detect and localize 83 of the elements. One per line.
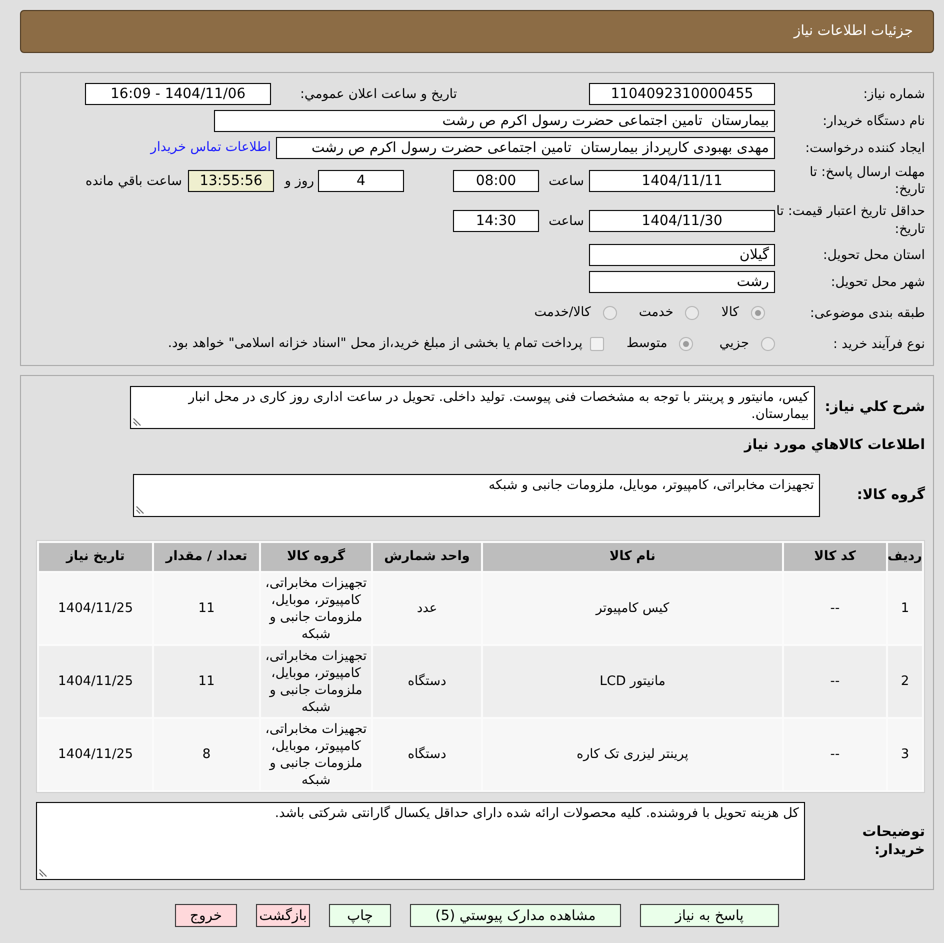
radio-button[interactable] xyxy=(679,337,694,351)
action-button[interactable]: پاسخ به نیاز xyxy=(640,904,779,927)
radio-label: جزيي xyxy=(719,335,749,354)
radio-button[interactable] xyxy=(751,306,765,320)
table-cell: 1 xyxy=(888,573,922,644)
column-header: کد کالا xyxy=(784,543,886,571)
table-cell: -- xyxy=(784,719,886,790)
field-label: روز و xyxy=(283,172,314,190)
buyer-notes-label: توضیحات خریدار: xyxy=(861,823,925,859)
need-number-field[interactable]: 1104092310000455 xyxy=(589,83,775,105)
field-label: ساعت xyxy=(548,172,584,190)
page-title: جزئیات اطلاعات نیاز xyxy=(794,22,913,41)
resize-grip-icon[interactable] xyxy=(136,506,144,514)
city-field[interactable]: رشت xyxy=(589,271,775,293)
days-left-field[interactable]: 4 xyxy=(318,170,404,192)
action-button[interactable]: بازگشت xyxy=(256,904,310,927)
requester-field[interactable]: مهدی بهبودی کارپرداز بیمارستان تامین اجتماعی حضرت رسول اکرم ص رشت xyxy=(276,137,775,159)
table-cell: دستگاه xyxy=(373,719,481,790)
column-header: ردیف xyxy=(888,543,922,571)
table-cell: کیس کامپیوتر xyxy=(483,573,782,644)
goods-group-label: گروه کالا: xyxy=(856,485,925,505)
field-label: مهلت ارسال پاسخ: تا تاریخ: xyxy=(808,164,925,198)
table-cell: پرینتر لیزری تک کاره xyxy=(483,719,782,790)
action-button[interactable]: مشاهده مدارک پیوستي (5) xyxy=(410,904,621,927)
table-cell: 11 xyxy=(154,573,259,644)
table-cell: 11 xyxy=(154,646,259,717)
deadline-time-field[interactable]: 08:00 xyxy=(453,170,539,192)
field-label: استان محل تحویل: xyxy=(822,246,925,264)
table-cell: مانیتور LCD xyxy=(483,646,782,717)
field-label: تاریخ و ساعت اعلان عمومي: xyxy=(299,86,457,102)
column-header: واحد شمارش xyxy=(373,543,481,571)
table-cell: -- xyxy=(784,646,886,717)
time-left-field[interactable]: 13:55:56 xyxy=(188,170,274,192)
radio-label: خدمت xyxy=(638,304,674,322)
radio-button[interactable] xyxy=(602,306,617,320)
field-label: ساعت xyxy=(548,212,584,230)
radio-label: کالا xyxy=(721,304,739,322)
column-header: نام کالا xyxy=(483,543,782,571)
column-header: تاریخ نیاز xyxy=(39,543,152,571)
field-label: ساعت باقي مانده xyxy=(86,172,182,190)
table-cell: -- xyxy=(784,573,886,644)
checkbox-label: پرداخت تمام یا بخشی از مبلغ خرید،از محل "اسناد خزانه اسلامی" خواهد بود. xyxy=(168,335,582,354)
field-label: شهر محل تحویل: xyxy=(830,274,925,290)
column-header: تعداد / مقدار xyxy=(154,543,259,571)
table-cell: تجهیزات مخابراتی، کامپیوتر، موبایل، ملزومات جانبی و شبکه xyxy=(261,646,371,717)
buyer-org-field[interactable]: بیمارستان تامین اجتماعی حضرت رسول اکرم ص رشت xyxy=(214,110,775,132)
section-title: اطلاعات کالاهاي مورد نیاز xyxy=(744,436,925,454)
validity-time-field[interactable]: 14:30 xyxy=(453,210,539,232)
table-cell: 8 xyxy=(154,719,259,790)
table-cell: 2 xyxy=(888,646,922,717)
table-cell: دستگاه xyxy=(373,646,481,717)
column-header: گروه کالا xyxy=(261,543,371,571)
table-cell: عدد xyxy=(373,573,481,644)
field-label: طبقه بندی موضوعی: xyxy=(808,304,925,322)
validity-date-field[interactable]: 1404/11/30 xyxy=(589,210,775,232)
goods-group-field[interactable]: تجهیزات مخابراتی، کامپیوتر، موبایل، ملزومات جانبی و شبکه xyxy=(133,474,820,517)
table-cell: 1404/11/25 xyxy=(39,573,152,644)
radio-button[interactable] xyxy=(761,337,775,351)
resize-grip-icon[interactable] xyxy=(39,869,47,877)
deadline-date-field[interactable]: 1404/11/11 xyxy=(589,170,775,192)
announcement-date-field[interactable]: 1404/11/06 - 16:09 xyxy=(85,83,271,105)
buyer-contact-link[interactable]: اطلاعات تماس خريدار xyxy=(150,138,271,158)
field-label: حداقل تاریخ اعتبار قیمت: تا تاریخ: xyxy=(775,203,925,239)
field-label: نام دستگاه خريدار: xyxy=(822,112,925,130)
table-cell: 1404/11/25 xyxy=(39,646,152,717)
table-cell: 1404/11/25 xyxy=(39,719,152,790)
field-label: نوع فرآیند خرید : xyxy=(832,336,925,352)
description-label: شرح کلي نیاز: xyxy=(824,398,925,417)
radio-button[interactable] xyxy=(685,306,700,320)
province-field[interactable]: گیلان xyxy=(589,244,775,266)
radio-label: کالا/خدمت xyxy=(534,304,591,322)
action-button[interactable]: چاپ xyxy=(329,904,391,927)
resize-grip-icon[interactable] xyxy=(133,418,141,426)
buyer-notes-field[interactable]: کل هزینه تحویل با فروشنده. کلیه محصولات ارائه شده دارای حداقل یکسال گارانتی شرکتی باشد. xyxy=(36,802,805,880)
table-cell: 3 xyxy=(888,719,922,790)
field-label: ایجاد کننده درخواست: xyxy=(804,140,925,156)
description-field[interactable]: کیس، مانیتور و پرینتر با توجه به مشخصات فنی پیوست. تولید داخلی. تحویل در ساعت اداری روز کاری در محل انبار بیمارستان. xyxy=(130,386,815,429)
field-label: شماره نیاز: xyxy=(862,86,925,102)
checkbox[interactable] xyxy=(590,337,604,351)
table-cell: تجهیزات مخابراتی، کامپیوتر، موبایل، ملزومات جانبی و شبکه xyxy=(261,573,371,644)
radio-label: متوسط xyxy=(626,335,668,354)
table-cell: تجهیزات مخابراتی، کامپیوتر، موبایل، ملزومات جانبی و شبکه xyxy=(261,719,371,790)
action-button[interactable]: خروج xyxy=(175,904,237,927)
